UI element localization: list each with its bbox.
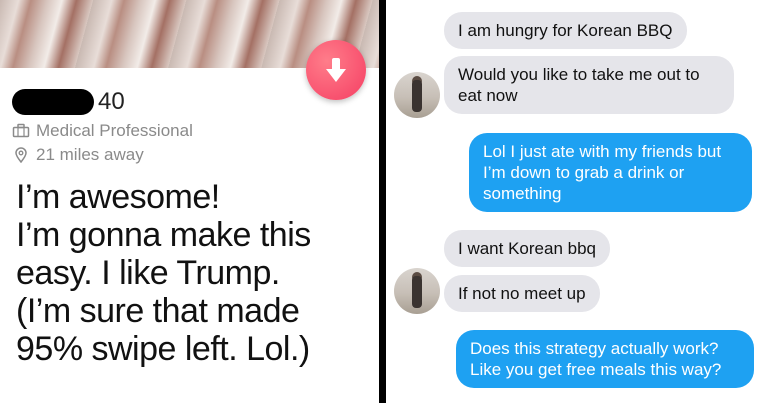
bio-line: I’m awesome!: [16, 178, 220, 216]
message-sent: Lol I just ate with my friends but I’m d…: [469, 133, 752, 212]
bio-line: 95% swipe left. Lol.): [16, 330, 310, 368]
location-pin-icon: [15, 147, 27, 163]
message-received: If not no meet up: [444, 275, 600, 312]
profile-panel: 40 Medical Professional 21 miles away I’…: [0, 0, 379, 403]
profile-bio: I’m awesome! I’m gonna make this easy. I…: [16, 178, 376, 368]
scroll-down-button[interactable]: [306, 40, 366, 100]
bio-line: (I’m sure that made: [16, 292, 300, 330]
briefcase-icon: [12, 123, 30, 138]
contact-avatar[interactable]: [394, 268, 440, 314]
distance-row: 21 miles away: [12, 145, 144, 165]
job-title: Medical Professional: [36, 121, 193, 140]
message-received: Would you like to take me out to eat now: [444, 56, 734, 114]
chat-panel: I am hungry for Korean BBQ Would you lik…: [386, 0, 768, 403]
bio-line: I’m gonna make this: [16, 216, 311, 254]
message-received: I am hungry for Korean BBQ: [444, 12, 687, 49]
contact-avatar[interactable]: [394, 72, 440, 118]
redacted-name: [12, 89, 94, 115]
arrow-down-icon: [326, 58, 346, 82]
profile-age: 40: [98, 88, 125, 115]
message-received: I want Korean bbq: [444, 230, 610, 267]
job-row: Medical Professional: [12, 121, 193, 141]
distance-text: 21 miles away: [36, 145, 144, 164]
bio-line: easy. I like Trump.: [16, 254, 280, 292]
message-sent: Does this strategy actually work? Like y…: [456, 330, 754, 388]
